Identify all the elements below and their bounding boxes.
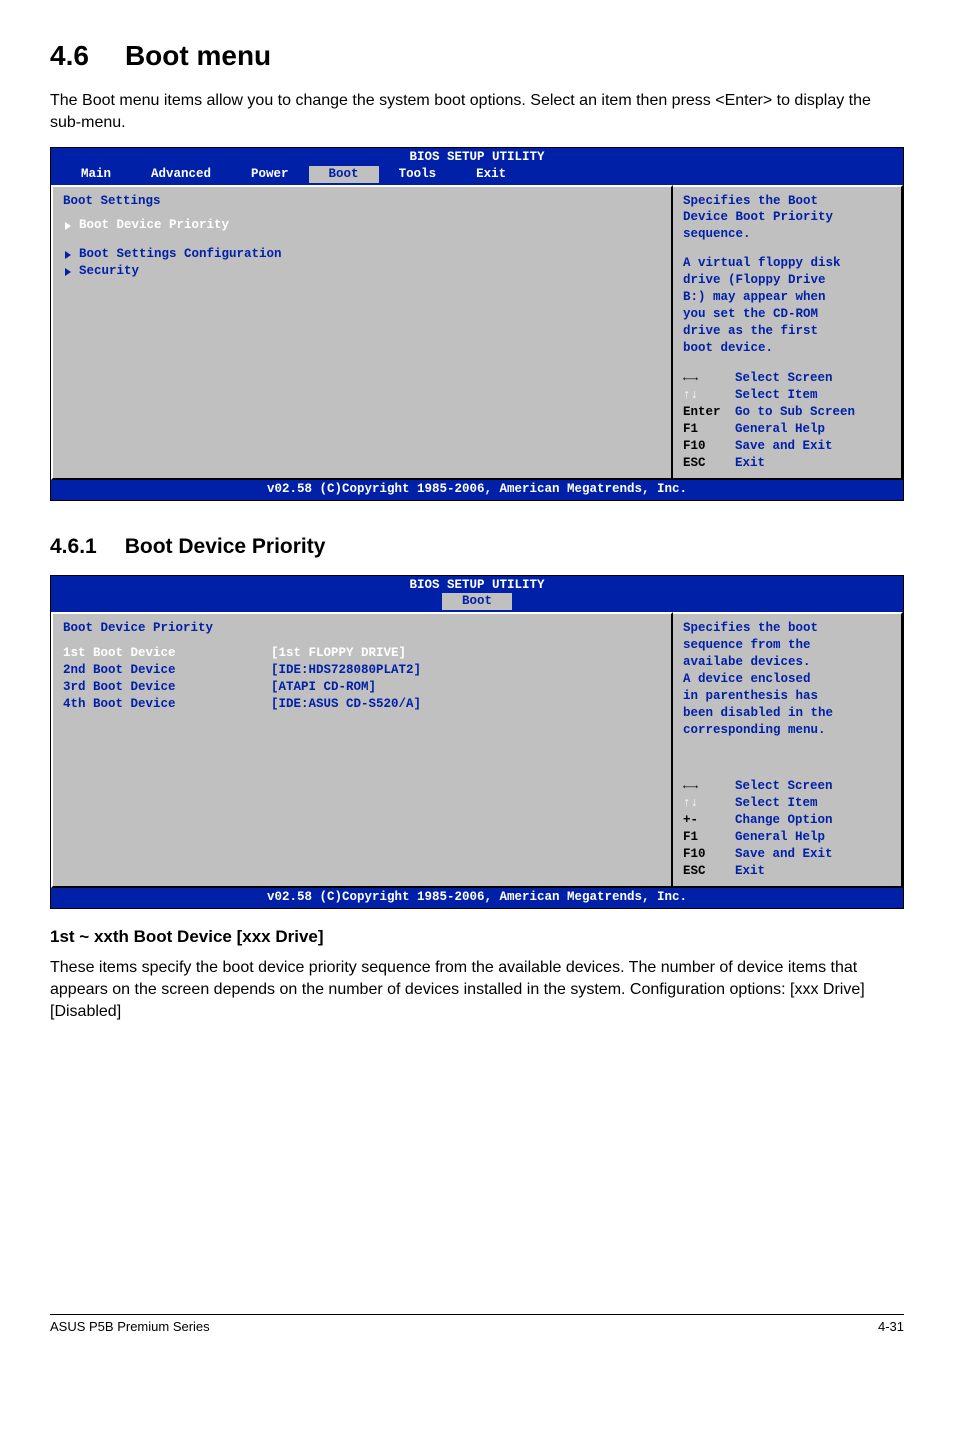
submenu-arrow-icon [65,222,71,230]
item-heading: 1st ~ xxth Boot Device [xxx Drive] [50,927,904,947]
footer-left: ASUS P5B Premium Series [50,1319,210,1334]
submenu-arrow-icon [65,268,71,276]
legend-exit: Exit [735,863,765,880]
tab-boot[interactable]: Boot [309,166,379,183]
submenu-arrow-icon [65,251,71,259]
section-number: 4.6 [50,40,89,72]
legend-exit: Exit [735,455,765,472]
boot-device-label: 4th Boot Device [63,696,263,713]
bios-panel-title: Boot Device Priority [63,620,661,637]
help-line: B:) may appear when [683,289,891,306]
help-line: boot device. [683,340,891,357]
arrows-ud-icon: ↑↓ [683,387,735,404]
legend-key-f10: F10 [683,846,735,863]
bios-panel-boot-menu: BIOS SETUP UTILITY Main Advanced Power B… [50,147,904,501]
bios-header: BIOS SETUP UTILITY [51,576,903,594]
help-line: Specifies the Boot [683,193,891,210]
menu-item-label: Boot Settings Configuration [79,246,282,263]
tab-main[interactable]: Main [61,166,131,183]
boot-device-value: [IDE:ASUS CD-S520/A] [271,696,421,713]
legend-save-exit: Save and Exit [735,846,833,863]
bios-help-panel: Specifies the Boot Device Boot Priority … [673,185,903,480]
boot-device-value: [IDE:HDS728080PLAT2] [271,662,421,679]
bios-main-area: Boot Device Priority 1st Boot Device [1s… [51,612,673,887]
help-line: you set the CD-ROM [683,306,891,323]
legend-general-help: General Help [735,829,825,846]
legend-change-option: Change Option [735,812,833,829]
section-heading: 4.6 Boot menu [50,40,904,72]
page-footer: ASUS P5B Premium Series 4-31 [50,1314,904,1334]
tab-tools[interactable]: Tools [379,166,457,183]
help-line: sequence. [683,226,891,243]
section-title-text: Boot menu [125,40,271,72]
legend-general-help: General Help [735,421,825,438]
arrows-lr-icon: ←→ [683,370,735,387]
help-line: availabe devices. [683,654,891,671]
legend-key-esc: ESC [683,455,735,472]
arrows-ud-icon: ↑↓ [683,795,735,812]
help-line: drive (Floppy Drive [683,272,891,289]
tab-boot[interactable]: Boot [442,593,512,610]
item-body: These items specify the boot device prio… [50,957,904,1024]
menu-item-label: Boot Device Priority [79,217,229,234]
help-line: A virtual floppy disk [683,255,891,272]
help-line: Specifies the boot [683,620,891,637]
bios-panel-boot-device-priority: BIOS SETUP UTILITY Boot Boot Device Prio… [50,575,904,909]
menu-item-boot-settings-configuration[interactable]: Boot Settings Configuration [63,246,661,263]
boot-device-label: 3rd Boot Device [63,679,263,696]
bios-footer: v02.58 (C)Copyright 1985-2006, American … [51,888,903,908]
legend-key-esc: ESC [683,863,735,880]
boot-device-label: 2nd Boot Device [63,662,263,679]
bios-main-area: Boot Settings Boot Device Priority Boot … [51,185,673,480]
bios-footer: v02.58 (C)Copyright 1985-2006, American … [51,480,903,500]
legend-select-screen: Select Screen [735,778,833,795]
menu-item-label: Security [79,263,139,280]
bios-panel-title: Boot Settings [63,193,661,210]
bios-tabs: Main Advanced Power Boot Tools Exit [51,166,903,185]
subsection-heading: 4.6.1 Boot Device Priority [50,535,904,559]
arrows-lr-icon: ←→ [683,778,735,795]
legend-save-exit: Save and Exit [735,438,833,455]
help-line: in parenthesis has [683,688,891,705]
help-line: sequence from the [683,637,891,654]
boot-device-row-1[interactable]: 1st Boot Device [1st FLOPPY DRIVE] [63,645,661,662]
boot-device-row-3[interactable]: 3rd Boot Device [ATAPI CD-ROM] [63,679,661,696]
legend-go-sub-screen: Go to Sub Screen [735,404,855,421]
help-line: Device Boot Priority [683,209,891,226]
boot-device-value: [1st FLOPPY DRIVE] [271,645,406,662]
tab-power[interactable]: Power [231,166,309,183]
legend-key-f1: F1 [683,421,735,438]
tab-advanced[interactable]: Advanced [131,166,231,183]
boot-device-row-2[interactable]: 2nd Boot Device [IDE:HDS728080PLAT2] [63,662,661,679]
bios-header: BIOS SETUP UTILITY [51,148,903,166]
bios-help-panel: Specifies the boot sequence from the ava… [673,612,903,887]
legend-key-pm: +- [683,812,735,829]
legend-key-f1: F1 [683,829,735,846]
subsection-title: Boot Device Priority [125,535,326,559]
help-line: A device enclosed [683,671,891,688]
intro-paragraph: The Boot menu items allow you to change … [50,90,904,135]
legend-key-f10: F10 [683,438,735,455]
tab-exit[interactable]: Exit [456,166,526,183]
menu-item-boot-device-priority[interactable]: Boot Device Priority [63,217,661,234]
help-line: been disabled in the [683,705,891,722]
subsection-number: 4.6.1 [50,535,97,559]
boot-device-value: [ATAPI CD-ROM] [271,679,376,696]
menu-item-security[interactable]: Security [63,263,661,280]
legend-select-item: Select Item [735,387,818,404]
legend-key-enter: Enter [683,404,735,421]
legend-select-item: Select Item [735,795,818,812]
bios-tabs: Boot [51,593,903,612]
boot-device-label: 1st Boot Device [63,645,263,662]
help-line: corresponding menu. [683,722,891,739]
legend-select-screen: Select Screen [735,370,833,387]
footer-right: 4-31 [878,1319,904,1334]
boot-device-row-4[interactable]: 4th Boot Device [IDE:ASUS CD-S520/A] [63,696,661,713]
help-line: drive as the first [683,323,891,340]
